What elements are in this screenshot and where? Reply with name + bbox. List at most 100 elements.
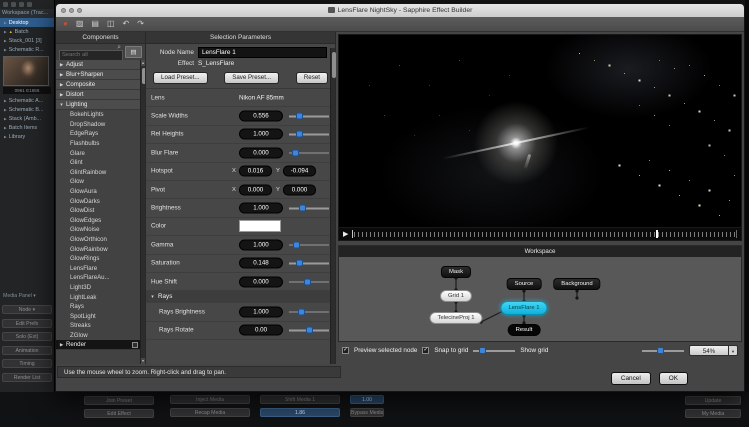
component-item-lensflare[interactable]: LensFlare xyxy=(56,264,140,274)
component-item-lensflareau[interactable]: LensFlareAu... xyxy=(56,273,140,283)
node-background[interactable]: Background xyxy=(553,278,600,290)
param-slider[interactable] xyxy=(289,258,329,269)
cancel-button[interactable]: Cancel xyxy=(611,372,651,385)
scroll-down-icon[interactable]: ▼ xyxy=(141,358,145,364)
ok-button[interactable]: OK xyxy=(659,372,688,385)
background-value-1-00[interactable]: 1.00 xyxy=(350,395,384,404)
param-slider[interactable] xyxy=(289,239,329,250)
workspace-zoom-slider[interactable] xyxy=(642,346,684,355)
component-item-flashbulbs[interactable]: Flashbulbs xyxy=(56,139,140,149)
param-value[interactable]: 0.556 xyxy=(239,111,283,122)
param-value-x[interactable]: 0.016 xyxy=(239,166,272,177)
component-item-glowedges[interactable]: GlowEdges xyxy=(56,216,140,226)
slider-handle[interactable] xyxy=(296,131,303,138)
save-preset-button[interactable]: Save Preset... xyxy=(224,72,279,84)
slider-handle[interactable] xyxy=(292,149,299,156)
slider-handle[interactable] xyxy=(299,205,306,212)
slider-handle[interactable] xyxy=(479,347,486,354)
background-toolbar-icon[interactable] xyxy=(3,2,8,7)
slider-handle[interactable] xyxy=(657,347,664,354)
open-folder-icon[interactable]: ▨ xyxy=(76,20,84,28)
param-slider[interactable] xyxy=(289,203,329,214)
component-item-glow[interactable]: Glow xyxy=(56,177,140,187)
reset-button[interactable]: Reset xyxy=(296,72,328,84)
background-toolbar-icon[interactable] xyxy=(11,2,16,7)
node-lensflare-1[interactable]: LensFlare 1 xyxy=(500,301,547,315)
background-button-node[interactable]: Node ▾ xyxy=(2,305,52,314)
preview-selected-node-checkbox[interactable]: ✓ xyxy=(342,347,349,354)
components-scrollbar[interactable]: ▲ ▼ xyxy=(140,60,145,364)
scrollbar-thumb[interactable] xyxy=(142,68,146,84)
component-item-light3d[interactable]: Light3D xyxy=(56,283,140,293)
background-button-join-preset[interactable]: Join Preset xyxy=(84,396,154,405)
component-category-distort[interactable]: ▶Distort xyxy=(56,90,140,100)
component-category-render[interactable]: ▶Render xyxy=(56,340,140,350)
param-value[interactable]: 0.00 xyxy=(239,325,283,336)
component-item-glowrainbow[interactable]: GlowRainbow xyxy=(56,244,140,254)
slider-handle[interactable] xyxy=(306,327,313,334)
component-item-dropshadow[interactable]: DropShadow xyxy=(56,120,140,130)
param-slider[interactable] xyxy=(289,129,329,140)
node-graph-canvas[interactable]: MaskGrid 1TelecineProj 1SourceLensFlare … xyxy=(339,257,741,341)
component-category-adjust[interactable]: ▶Adjust xyxy=(56,60,140,70)
playhead-marker[interactable] xyxy=(656,230,658,238)
param-value-y[interactable]: 0.000 xyxy=(283,184,316,195)
slider-handle[interactable] xyxy=(298,308,305,315)
component-item-glint[interactable]: Glint xyxy=(56,158,140,168)
component-item-edgerays[interactable]: EdgeRays xyxy=(56,129,140,139)
panel-toggle-box[interactable] xyxy=(132,342,138,348)
snap-to-grid-checkbox[interactable]: ✓ xyxy=(422,347,429,354)
record-icon[interactable]: ● xyxy=(63,20,68,28)
background-button-shift-media-1[interactable]: Shift Media 1 xyxy=(260,395,340,404)
component-item-glowrings[interactable]: GlowRings xyxy=(56,254,140,264)
component-item-rays[interactable]: Rays xyxy=(56,302,140,312)
component-category-blur-sharpen[interactable]: ▶Blur+Sharpen xyxy=(56,70,140,80)
param-value[interactable]: 1.000 xyxy=(239,129,283,140)
background-button-update[interactable]: Update xyxy=(685,396,741,405)
background-button-solo-ext[interactable]: Solo (Ext) xyxy=(2,332,52,341)
lens-preset-value[interactable]: Nikon AF 85mm xyxy=(239,94,284,101)
component-item-glowaura[interactable]: GlowAura xyxy=(56,187,140,197)
background-button-bypass-media[interactable]: Bypass Media xyxy=(350,408,384,417)
param-value[interactable]: 1.000 xyxy=(239,203,283,214)
parameters-scrollbar[interactable] xyxy=(330,48,335,364)
param-value-y[interactable]: -0.094 xyxy=(283,166,316,177)
component-item-glownoise[interactable]: GlowNoise xyxy=(56,225,140,235)
component-category-lighting[interactable]: ▼Lighting xyxy=(56,100,140,110)
component-item-glowdarks[interactable]: GlowDarks xyxy=(56,196,140,206)
background-button-edit-prefs[interactable]: Edit Prefs xyxy=(2,319,52,328)
node-result[interactable]: Result xyxy=(508,324,541,336)
save-icon[interactable]: ◫ xyxy=(107,20,115,28)
play-button[interactable]: ▶ xyxy=(343,231,348,238)
background-button-animation[interactable]: Animation xyxy=(2,346,52,355)
grid-size-slider[interactable] xyxy=(473,346,515,355)
slider-handle[interactable] xyxy=(296,113,303,120)
param-slider[interactable] xyxy=(289,147,329,158)
background-button-recap-media[interactable]: Recap Media xyxy=(170,408,250,417)
param-value[interactable]: 1.000 xyxy=(239,239,283,250)
component-category-composite[interactable]: ▶Composite xyxy=(56,80,140,90)
window-close-button[interactable] xyxy=(61,8,66,13)
param-value[interactable]: 0.148 xyxy=(239,258,283,269)
param-value[interactable]: 0.000 xyxy=(239,147,283,158)
slider-handle[interactable] xyxy=(293,241,300,248)
window-minimize-button[interactable] xyxy=(69,8,74,13)
background-value-1-86[interactable]: 1.86 xyxy=(260,408,340,417)
component-item-bokehlights[interactable]: BokehLights xyxy=(56,110,140,120)
color-swatch[interactable] xyxy=(239,220,281,232)
load-preset-button[interactable]: Load Preset... xyxy=(153,72,208,84)
zoom-level-value[interactable]: 54% xyxy=(689,345,729,356)
project-tree-item-desktop[interactable]: ▶Desktop xyxy=(0,18,54,27)
background-toolbar-icon[interactable] xyxy=(27,2,32,7)
component-item-glowdist[interactable]: GlowDist xyxy=(56,206,140,216)
timeline[interactable] xyxy=(352,230,737,238)
project-tree-item-schematic-r[interactable]: ▶Schematic R... xyxy=(0,45,54,54)
component-item-spotlight[interactable]: SpotLight xyxy=(56,311,140,321)
chevron-down-icon[interactable]: ▾ xyxy=(729,345,738,356)
zoom-level-select[interactable]: 54% ▾ xyxy=(689,345,738,356)
window-zoom-button[interactable] xyxy=(77,8,82,13)
param-slider[interactable] xyxy=(289,276,329,287)
project-tree-item-stack-amb[interactable]: ▶Stack (Amb... xyxy=(0,114,54,123)
param-value[interactable]: 1.000 xyxy=(239,306,283,317)
node-telecineproj-1[interactable]: TelecineProj 1 xyxy=(430,312,483,324)
